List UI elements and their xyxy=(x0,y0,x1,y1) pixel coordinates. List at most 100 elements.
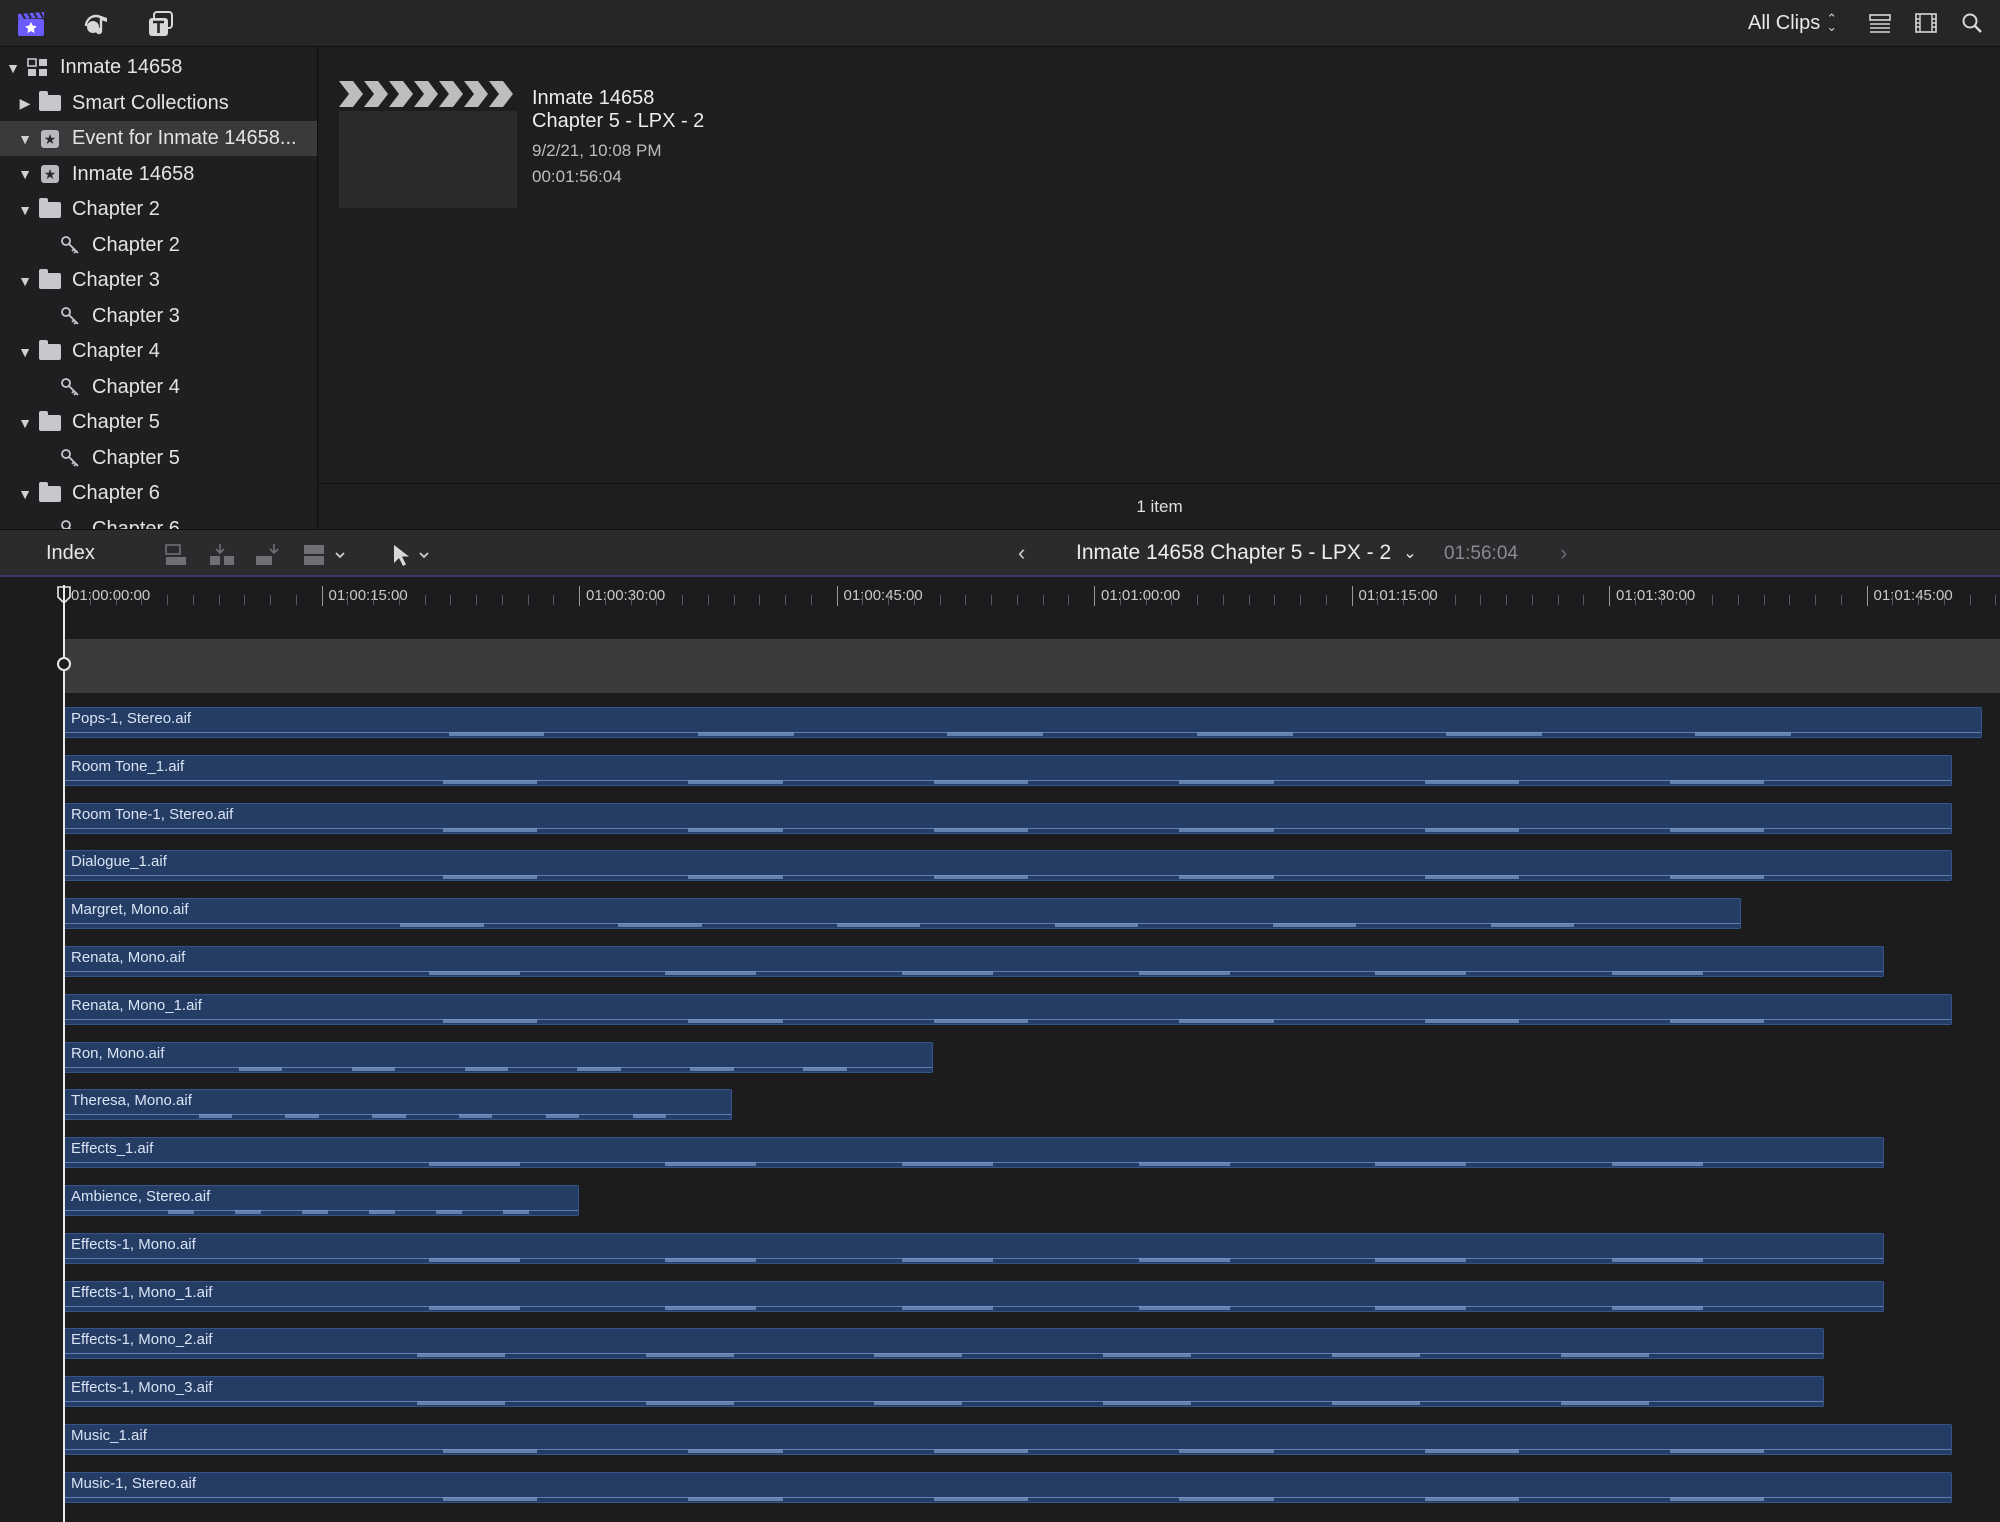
clip-browser: Inmate 14658 Chapter 5 - LPX - 2 9/2/21,… xyxy=(319,47,2000,483)
audio-clip[interactable]: Room Tone_1.aif xyxy=(64,754,1953,786)
timeline[interactable]: Pops-1, Stereo.aif Room Tone_1.aif Room To… xyxy=(0,613,2000,1522)
disclosure-open-icon[interactable]: ▼ xyxy=(18,166,32,182)
previous-project-arrow[interactable]: ‹ xyxy=(1018,540,1025,566)
titles-generators-icon[interactable] xyxy=(144,8,178,40)
audio-waveform xyxy=(1375,1305,1467,1310)
audio-waveform xyxy=(645,1353,734,1358)
audio-clip-name: Effects_1.aif xyxy=(71,1140,154,1158)
sidebar-item[interactable]: Chapter 4 xyxy=(0,370,317,405)
disclosure-open-icon[interactable]: ▼ xyxy=(18,273,32,289)
audio-waveform xyxy=(168,1210,194,1214)
sidebar-item[interactable]: ▼ Inmate 14658 xyxy=(0,50,317,85)
sidebar-item[interactable]: ▼ Chapter 5 xyxy=(0,405,317,440)
audio-waveform xyxy=(428,1257,520,1262)
disclosure-open-icon[interactable]: ▼ xyxy=(18,486,32,502)
ruler-minor-tick xyxy=(1274,595,1276,605)
sidebar-item[interactable]: ▼ ★ Inmate 14658 xyxy=(0,157,317,192)
filmstrip-view-icon[interactable] xyxy=(1914,11,1942,35)
audio-waveform xyxy=(1179,779,1274,784)
ruler-minor-tick xyxy=(1583,595,1585,605)
audio-waveform xyxy=(545,1114,580,1119)
audio-clip[interactable]: Room Tone-1, Stereo.aif xyxy=(64,802,1953,834)
audio-waveform xyxy=(1670,779,1765,784)
list-view-icon[interactable] xyxy=(1868,11,1896,35)
updown-chevron-icon: ⌃ ⌄ xyxy=(1826,11,1838,34)
audio-clip[interactable]: Renata, Mono.aif xyxy=(64,946,1884,977)
audio-waveform xyxy=(400,923,485,928)
audio-clip-name: Dialogue_1.aif xyxy=(71,853,167,871)
audio-clip[interactable]: Effects-1, Mono_3.aif xyxy=(64,1376,1824,1408)
ruler-tick-label: 01:00:30:00 xyxy=(579,586,665,606)
sidebar-item[interactable]: Chapter 6 xyxy=(0,512,317,529)
disclosure-open-icon[interactable]: ▼ xyxy=(18,344,32,360)
audio-waveform xyxy=(632,1114,666,1119)
disclosure-open-icon[interactable]: ▼ xyxy=(18,415,32,431)
audio-clip[interactable]: Effects-1, Mono_1.aif xyxy=(64,1280,1884,1312)
audio-waveform xyxy=(947,732,1044,736)
sidebar-item[interactable]: Chapter 5 xyxy=(0,441,317,476)
disclosure-closed-icon[interactable]: ▶ xyxy=(18,95,32,112)
audio-clip[interactable]: Effects_1.aif xyxy=(64,1137,1884,1169)
connect-clip-icon[interactable] xyxy=(162,543,192,567)
ruler-minor-tick xyxy=(785,595,786,605)
select-tool-icon[interactable] xyxy=(390,543,434,567)
audio-clip[interactable]: Renata, Mono_1.aif xyxy=(64,993,1953,1025)
disclosure-open-icon[interactable]: ▼ xyxy=(18,131,32,147)
audio-clip[interactable]: Effects-1, Mono_2.aif xyxy=(64,1328,1824,1360)
audio-clip-name: Effects-1, Mono.aif xyxy=(71,1235,196,1253)
sidebar-item[interactable]: ▶ Smart Collections xyxy=(0,86,317,121)
sidebar-item[interactable]: ▼ Chapter 3 xyxy=(0,263,317,298)
audio-waveform xyxy=(458,1114,493,1119)
project-name-popup[interactable]: Inmate 14658 Chapter 5 - LPX - 2 ⌄ xyxy=(1076,541,1417,565)
timeline-index-button[interactable]: Index xyxy=(46,542,95,565)
sidebar-item[interactable]: ▼ Chapter 4 xyxy=(0,334,317,369)
ruler-minor-tick xyxy=(1325,595,1327,605)
overwrite-clip-icon[interactable] xyxy=(300,543,350,567)
audio-waveform xyxy=(428,1162,520,1167)
sidebar-item[interactable]: Chapter 3 xyxy=(0,299,317,334)
audio-clip[interactable]: Pops-1, Stereo.aif xyxy=(64,707,1982,738)
clip-thumbnail[interactable] xyxy=(339,77,517,208)
audio-waveform xyxy=(688,1496,783,1501)
audio-clip[interactable]: Ambience, Stereo.aif xyxy=(64,1185,579,1216)
sidebar-item-label: Chapter 6 xyxy=(72,482,160,504)
audio-waveform xyxy=(874,1401,963,1406)
project-name-label: Inmate 14658 Chapter 5 - LPX - 2 xyxy=(1076,541,1392,564)
ruler-minor-tick xyxy=(398,595,400,605)
append-clip-icon[interactable] xyxy=(254,543,284,567)
audio-clip[interactable]: Music_1.aif xyxy=(64,1424,1953,1455)
next-project-arrow[interactable]: › xyxy=(1560,540,1567,566)
sidebar-item[interactable]: ▼ ★ Event for Inmate 14658... xyxy=(0,121,317,156)
audio-waveform xyxy=(1670,875,1765,880)
playhead[interactable] xyxy=(63,585,65,1522)
audio-waveform xyxy=(1375,1257,1467,1262)
audio-clip[interactable]: Dialogue_1.aif xyxy=(64,850,1953,882)
insert-clip-icon[interactable] xyxy=(208,543,238,567)
audio-clip-name: Renata, Mono_1.aif xyxy=(71,996,202,1014)
audio-clip[interactable]: Ron, Mono.aif xyxy=(64,1041,933,1073)
audio-clip[interactable]: Theresa, Mono.aif xyxy=(64,1089,732,1121)
audio-waveform xyxy=(1331,1353,1420,1358)
disclosure-open-icon[interactable]: ▼ xyxy=(6,60,20,76)
audio-clip[interactable]: Music-1, Stereo.aif xyxy=(64,1471,1953,1503)
audio-waveform xyxy=(1179,1496,1274,1501)
timeline-ruler[interactable]: 01:00:00:00 01:00:15:00 01:00:30:00 01:00:4… xyxy=(0,579,2000,613)
clip-title-line2: Chapter 5 - LPX - 2 xyxy=(532,110,705,132)
sidebar-item[interactable]: ▼ Chapter 6 xyxy=(0,476,317,511)
clip-filter-popup[interactable]: All Clips ⌃ ⌄ xyxy=(1748,10,1837,36)
libraries-icon[interactable] xyxy=(14,8,48,40)
audio-waveform xyxy=(416,1353,505,1358)
audio-clip[interactable]: Margret, Mono.aif xyxy=(64,898,1742,930)
primary-storyline[interactable] xyxy=(64,639,2000,693)
photos-audio-icon[interactable] xyxy=(80,8,114,40)
clip-title-line1: Inmate 14658 xyxy=(532,87,655,109)
audio-clip[interactable]: Effects-1, Mono.aif xyxy=(64,1232,1884,1264)
disclosure-open-icon[interactable]: ▼ xyxy=(18,202,32,218)
search-icon[interactable] xyxy=(1960,11,1988,35)
sidebar-item[interactable]: Chapter 2 xyxy=(0,228,317,263)
audio-waveform xyxy=(1611,1305,1703,1310)
audio-waveform xyxy=(442,875,538,880)
sidebar-item[interactable]: ▼ Chapter 2 xyxy=(0,192,317,227)
audio-waveform xyxy=(1611,1162,1703,1167)
ruler-minor-tick xyxy=(1222,595,1224,605)
